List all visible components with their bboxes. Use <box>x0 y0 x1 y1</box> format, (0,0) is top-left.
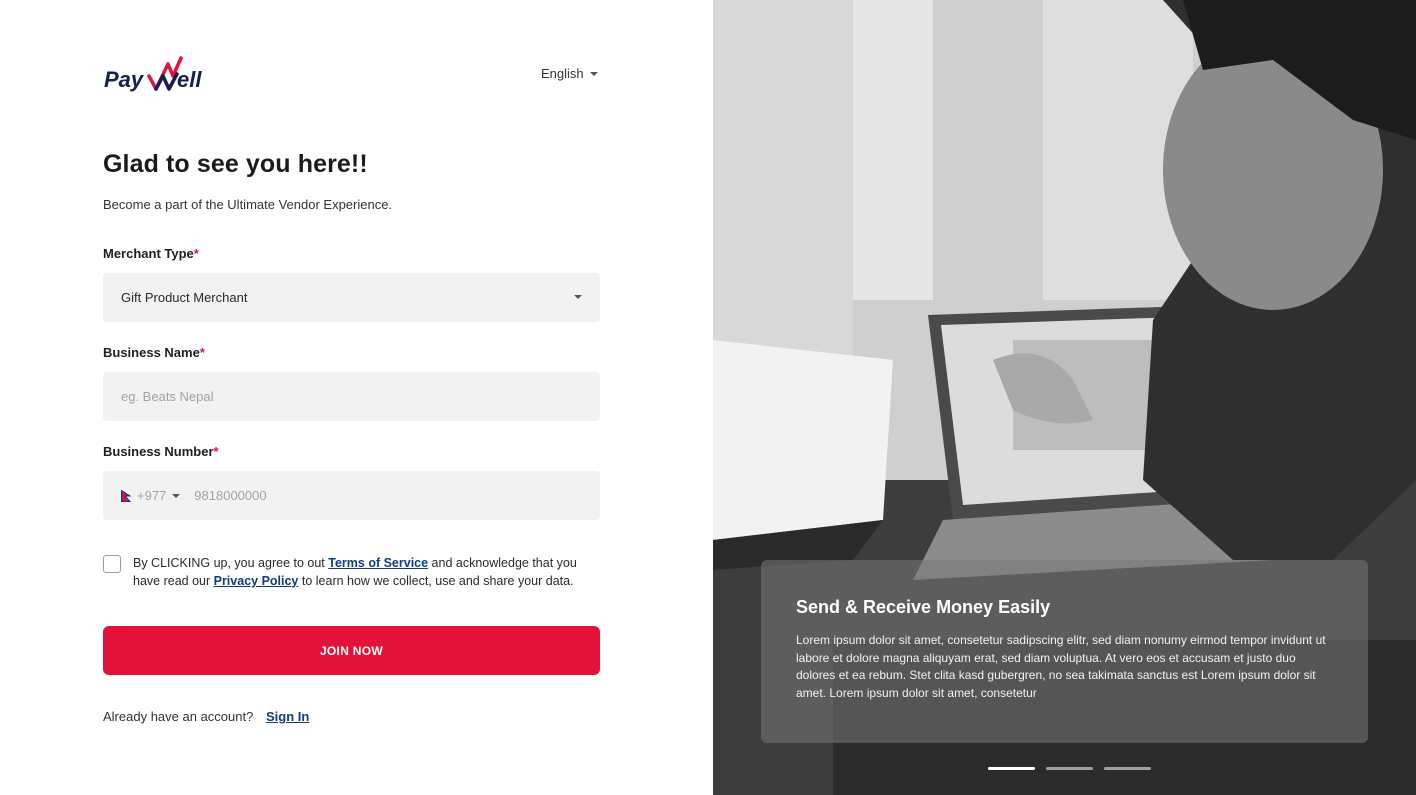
business-name-input[interactable]: eg. Beats Nepal <box>103 372 600 421</box>
business-name-label: Business Name* <box>103 345 205 360</box>
privacy-policy-link[interactable]: Privacy Policy <box>214 574 299 588</box>
merchant-type-label: Merchant Type* <box>103 246 199 261</box>
terms-checkbox[interactable] <box>103 555 121 573</box>
join-now-button[interactable]: JOIN NOW <box>103 626 600 675</box>
business-name-placeholder: eg. Beats Nepal <box>121 389 214 404</box>
terms-of-service-link[interactable]: Terms of Service <box>328 556 428 570</box>
required-marker: * <box>199 345 205 360</box>
carousel-dot[interactable] <box>1046 767 1093 770</box>
required-marker: * <box>213 444 219 459</box>
svg-text:ell: ell <box>177 67 202 92</box>
business-number-field: +977 9818000000 <box>103 471 600 520</box>
terms-text: By CLICKING up, you agree to out Terms o… <box>133 556 577 588</box>
business-number-input[interactable]: 9818000000 <box>194 488 266 503</box>
chevron-down-icon <box>574 295 582 299</box>
svg-text:Pay: Pay <box>104 67 145 92</box>
language-selector[interactable]: English <box>541 66 598 81</box>
merchant-type-select[interactable]: Gift Product Merchant <box>103 273 600 322</box>
page-subtitle: Become a part of the Ultimate Vendor Exp… <box>103 197 393 212</box>
chevron-down-icon <box>172 493 181 498</box>
already-account-text: Already have an account? <box>103 709 254 724</box>
hero-panel: Send & Receive Money Easily Lorem ipsum … <box>713 0 1416 795</box>
carousel-dot[interactable] <box>1104 767 1151 770</box>
slide-body: Lorem ipsum dolor sit amet, consetetur s… <box>796 633 1326 701</box>
nepal-flag-icon <box>121 489 131 502</box>
page-title: Glad to see you here!! <box>103 150 368 178</box>
merchant-type-value: Gift Product Merchant <box>121 290 248 305</box>
slide-card: Send & Receive Money Easily Lorem ipsum … <box>761 560 1368 743</box>
carousel-dot[interactable] <box>988 767 1035 770</box>
business-number-label: Business Number* <box>103 444 219 459</box>
chevron-down-icon <box>589 71 598 76</box>
required-marker: * <box>193 246 199 261</box>
signup-panel: Pay ell English Glad to see you here!! B… <box>0 0 713 795</box>
carousel-indicators <box>988 767 1151 770</box>
slide-title: Send & Receive Money Easily <box>796 597 1051 617</box>
paywell-logo: Pay ell <box>104 56 202 92</box>
country-code-selector[interactable]: +977 <box>121 488 181 503</box>
sign-in-link[interactable]: Sign In <box>266 709 309 724</box>
language-label: English <box>541 66 584 81</box>
country-code: +977 <box>137 488 167 503</box>
